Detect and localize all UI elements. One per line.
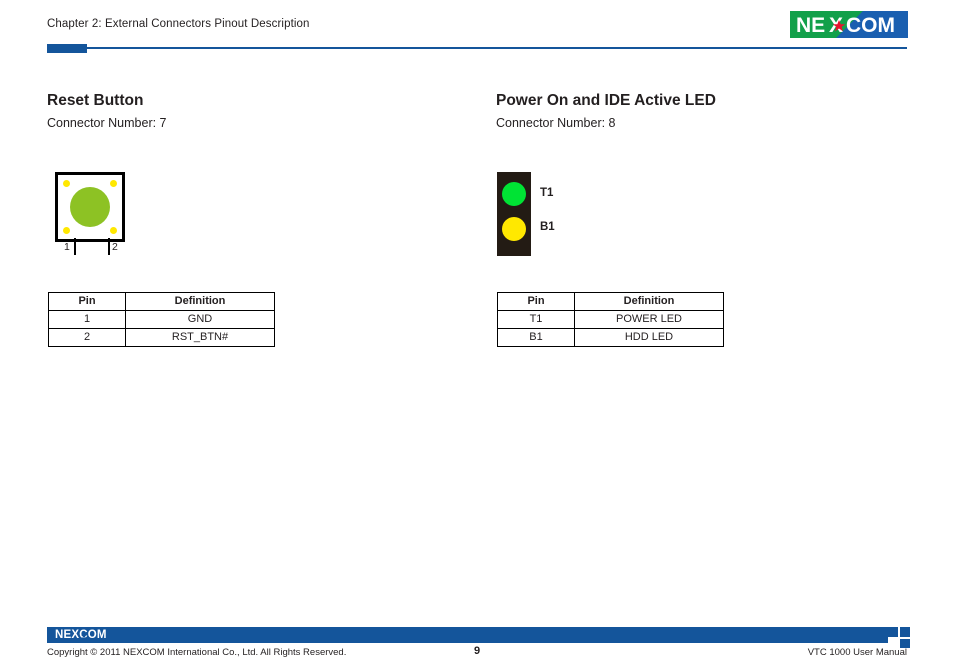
cell-pin: 2 xyxy=(48,328,126,347)
column-header-pin: Pin xyxy=(48,292,126,311)
section-subtitle-power-ide-led: Connector Number: 8 xyxy=(496,116,616,130)
footer-nexcom-wordmark: NEXCOM xyxy=(55,629,107,641)
reset-corner-dot-top-right xyxy=(110,180,117,187)
reset-pin-2-leader-line xyxy=(108,238,110,255)
reset-button-diagram: 1 2 xyxy=(47,170,207,262)
logo-text-ne: NE xyxy=(796,14,825,37)
section-subtitle-reset-button: Connector Number: 7 xyxy=(47,116,167,130)
cell-definition: HDD LED xyxy=(574,328,724,347)
reset-button-outline xyxy=(55,172,125,242)
footer-deco-square-top-left xyxy=(888,627,898,637)
table-header-row: Pin Definition xyxy=(48,292,275,311)
cell-definition: POWER LED xyxy=(574,310,724,329)
header-rule xyxy=(47,47,907,49)
led-diagram: T1 B1 xyxy=(496,170,656,262)
footer-bar: NEXCOM xyxy=(47,627,888,643)
logo-text-com: COM xyxy=(846,14,895,37)
reset-pin-1-caption: 1 xyxy=(64,241,70,253)
table-header-row: Pin Definition xyxy=(497,292,724,311)
footer-manual-title: VTC 1000 User Manual xyxy=(807,647,907,658)
cell-pin: B1 xyxy=(497,328,575,347)
reset-corner-dot-top-left xyxy=(63,180,70,187)
cell-definition: RST_BTN# xyxy=(125,328,275,347)
column-header-definition: Definition xyxy=(125,292,275,311)
led-pinout-table: Pin Definition T1 POWER LED B1 HDD LED xyxy=(497,292,724,347)
section-title-reset-button: Reset Button xyxy=(47,92,144,109)
led-label-t1: T1 xyxy=(540,187,554,199)
cell-definition: GND xyxy=(125,310,275,329)
cell-pin: 1 xyxy=(48,310,126,329)
section-title-power-ide-led: Power On and IDE Active LED xyxy=(496,92,716,109)
led-indicator-b1 xyxy=(502,217,526,241)
table-row: 2 RST_BTN# xyxy=(48,328,275,347)
chapter-breadcrumb: Chapter 2: External Connectors Pinout De… xyxy=(47,18,310,30)
reset-pinout-table: Pin Definition 1 GND 2 RST_BTN# xyxy=(48,292,275,347)
nexcom-logo-svg: NE X COM xyxy=(790,11,908,38)
led-indicator-t1 xyxy=(502,182,526,206)
reset-button-cap xyxy=(70,187,110,227)
led-label-b1: B1 xyxy=(540,221,555,233)
column-header-definition: Definition xyxy=(574,292,724,311)
reset-corner-dot-bottom-right xyxy=(110,227,117,234)
cell-pin: T1 xyxy=(497,310,575,329)
table-row: B1 HDD LED xyxy=(497,328,724,347)
header-rule-block xyxy=(47,44,87,53)
led-housing xyxy=(497,172,531,256)
nexcom-logo: NE X COM xyxy=(790,11,908,38)
column-header-pin: Pin xyxy=(497,292,575,311)
table-row: 1 GND xyxy=(48,310,275,329)
table-row: T1 POWER LED xyxy=(497,310,724,329)
reset-pin-2-caption: 2 xyxy=(112,241,118,253)
reset-pin-1-leader-line xyxy=(74,238,76,255)
reset-corner-dot-bottom-left xyxy=(63,227,70,234)
footer-deco-square-top-right xyxy=(900,627,910,637)
